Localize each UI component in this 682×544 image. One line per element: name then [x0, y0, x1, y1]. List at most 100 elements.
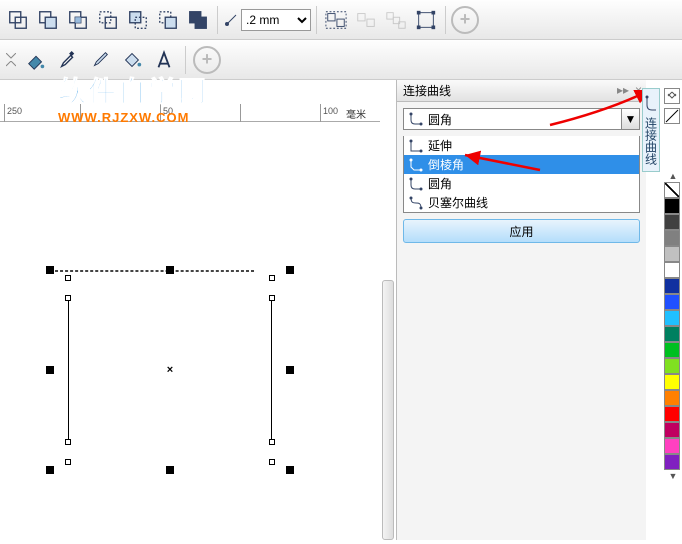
ungroup-icon[interactable] [352, 6, 380, 34]
dropdown-option-bezier[interactable]: 贝塞尔曲线 [404, 193, 639, 212]
front-minus-back-icon[interactable] [124, 6, 152, 34]
palette-scroll-up-icon[interactable]: ▲ [664, 170, 682, 182]
color-swatch[interactable] [664, 198, 680, 214]
join-curves-docker: 连接曲线 ▸▸ × 圆角 ▼ 延伸 倒棱角 圆角 贝塞尔曲线 应用 [396, 80, 646, 540]
selection-handle[interactable] [46, 466, 54, 474]
curve-node[interactable] [65, 275, 71, 281]
ruler-unit-label: 毫米 [346, 106, 366, 121]
selection-handle[interactable] [166, 266, 174, 274]
paintbucket-icon[interactable] [118, 46, 146, 74]
color-palette: ▲ ▼ [664, 170, 682, 482]
back-minus-front-icon[interactable] [154, 6, 182, 34]
fillet-icon [408, 176, 424, 192]
color-swatch[interactable] [664, 214, 680, 230]
docker-title-label: 连接曲线 [403, 82, 451, 99]
color-swatch[interactable] [664, 438, 680, 454]
extend-icon [408, 138, 424, 154]
separator [217, 6, 218, 34]
boundary-icon[interactable] [184, 6, 212, 34]
selection-handle[interactable] [166, 466, 174, 474]
ungroup-all-icon[interactable] [382, 6, 410, 34]
color-swatch[interactable] [664, 390, 680, 406]
toolbar-interactive: + [0, 40, 682, 80]
dropdown-arrow-icon[interactable]: ▼ [621, 109, 639, 129]
join-type-dropdown: 延伸 倒棱角 圆角 贝塞尔曲线 [403, 136, 640, 213]
ruler-tick-label: 50 [163, 106, 173, 116]
expand-icon[interactable] [4, 43, 18, 77]
curve-node[interactable] [65, 459, 71, 465]
curve-node[interactable] [65, 439, 71, 445]
dashed-edge [50, 271, 254, 272]
outline-tool-icon[interactable] [150, 46, 178, 74]
no-color-swatch[interactable] [664, 182, 680, 198]
color-swatch[interactable] [664, 278, 680, 294]
ruler-tick-label: 250 [7, 106, 22, 116]
chamfer-icon [408, 157, 424, 173]
selection-handle[interactable] [286, 266, 294, 274]
color-swatch[interactable] [664, 262, 680, 278]
intersect-icon[interactable] [64, 6, 92, 34]
combine-icon[interactable] [412, 6, 440, 34]
combo-value: 圆角 [428, 111, 452, 128]
selection-bounding-box[interactable]: × [50, 270, 290, 470]
color-swatch[interactable] [664, 406, 680, 422]
toolbar-add-icon[interactable]: + [193, 46, 221, 74]
curve-segment[interactable] [271, 298, 272, 442]
fill-tool-icon[interactable] [22, 46, 50, 74]
docker-tab-join-curves[interactable]: 连接曲线 [642, 88, 660, 172]
curve-node[interactable] [269, 275, 275, 281]
option-label: 倒棱角 [428, 156, 464, 173]
separator [445, 6, 446, 34]
trim-icon[interactable] [34, 6, 62, 34]
docker-tab-label: 连接曲线 [643, 117, 660, 165]
curve-node[interactable] [269, 295, 275, 301]
simplify-icon[interactable] [94, 6, 122, 34]
selection-handle[interactable] [46, 366, 54, 374]
dropdown-option-chamfer[interactable]: 倒棱角 [404, 155, 639, 174]
color-swatch[interactable] [664, 454, 680, 470]
docker-titlebar[interactable]: 连接曲线 ▸▸ × [397, 80, 646, 102]
curve-node[interactable] [269, 439, 275, 445]
docker-close-icon[interactable]: × [635, 83, 642, 97]
toolbar-shaping: .2 mm + [0, 0, 682, 40]
bezier-icon [408, 195, 424, 211]
group-icon[interactable] [322, 6, 350, 34]
curve-node[interactable] [65, 295, 71, 301]
separator [316, 6, 317, 34]
dropdown-option-fillet[interactable]: 圆角 [404, 174, 639, 193]
no-fill-icon[interactable] [664, 108, 680, 124]
color-swatch[interactable] [664, 310, 680, 326]
apply-button[interactable]: 应用 [403, 219, 640, 243]
vertical-scrollbar[interactable] [382, 280, 394, 540]
expand-panels-icon[interactable] [664, 88, 680, 104]
eyedropper-icon[interactable] [86, 46, 114, 74]
horizontal-ruler[interactable]: 250 50 100 [0, 104, 380, 122]
color-swatch[interactable] [664, 246, 680, 262]
palette-scroll-down-icon[interactable]: ▼ [664, 470, 682, 482]
toolbar-add-icon[interactable]: + [451, 6, 479, 34]
right-edge-toolbar [662, 88, 682, 124]
color-swatch[interactable] [664, 422, 680, 438]
weld-icon[interactable] [4, 6, 32, 34]
fillet-icon [408, 111, 424, 127]
selection-handle[interactable] [286, 366, 294, 374]
color-swatch[interactable] [664, 294, 680, 310]
drawing-canvas[interactable]: × [0, 124, 380, 544]
curve-segment[interactable] [68, 298, 69, 442]
color-picker-icon[interactable] [54, 46, 82, 74]
selection-handle[interactable] [46, 266, 54, 274]
selection-handle[interactable] [286, 466, 294, 474]
option-label: 圆角 [428, 175, 452, 192]
color-swatch[interactable] [664, 230, 680, 246]
color-swatch[interactable] [664, 374, 680, 390]
color-swatch[interactable] [664, 342, 680, 358]
curve-node[interactable] [269, 459, 275, 465]
option-label: 贝塞尔曲线 [428, 194, 488, 211]
separator [185, 46, 186, 74]
color-swatch[interactable] [664, 326, 680, 342]
outline-width-select[interactable]: .2 mm [241, 9, 311, 31]
dropdown-option-extend[interactable]: 延伸 [404, 136, 639, 155]
join-type-combo[interactable]: 圆角 ▼ [403, 108, 640, 130]
docker-collapse-icon[interactable]: ▸▸ [617, 83, 629, 97]
color-swatch[interactable] [664, 358, 680, 374]
